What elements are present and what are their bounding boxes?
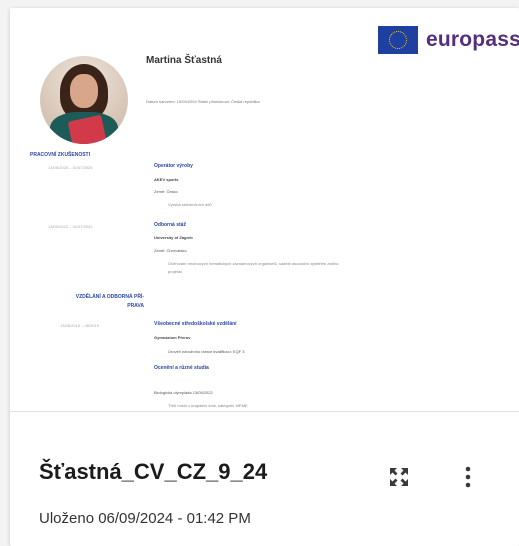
job-1-employer: AKEV sports	[154, 177, 179, 182]
more-options-button[interactable]	[457, 463, 479, 491]
more-vert-icon	[465, 466, 471, 488]
job-1-dates: 13/08/2025 – 31/07/2025	[48, 165, 93, 170]
job-1-title: Operátor výroby	[154, 163, 193, 169]
job-2-employer: University of Zagreb	[154, 235, 193, 240]
cv-preview[interactable]: europass Martina Šťastná Datum narození:…	[10, 8, 519, 412]
extra-item-description: Třetí místo v krajském kole, kategorie M…	[168, 403, 248, 408]
job-2-title: Odborná stáž	[154, 222, 186, 228]
extra-section-title: Ocenění a různé studia	[154, 365, 209, 371]
edu-1-school: Gymnázium Přerov	[154, 335, 191, 340]
section-education-line1: VZDĚLÁNÍ A ODBORNÁ PŘÍ-	[75, 294, 144, 300]
edu-1-title: Všeobecné středoškolské vzdělání	[154, 321, 237, 327]
edu-1-level: Úroveň národního rámce kvalifikací: EQF …	[168, 349, 245, 354]
edu-1-dates: 13/08/2015 – 06/2019	[60, 323, 99, 328]
expand-button[interactable]	[386, 464, 412, 490]
job-2-location: Země: Chorvatsko	[154, 248, 187, 253]
cv-personal-info: Datum narození: 15/09/2004 Státní příslu…	[146, 99, 260, 104]
cv-person-name: Martina Šťastná	[146, 55, 222, 66]
expand-icon	[390, 468, 408, 486]
job-2-description: Ověřování mnohových hematických záznamov…	[168, 261, 339, 266]
job-1-location: Země: Česko	[154, 189, 178, 194]
saved-timestamp: Uloženo 06/09/2024 - 01:42 PM	[39, 510, 251, 527]
eu-flag-icon	[378, 26, 418, 54]
europass-logo: europass	[378, 26, 519, 54]
extra-item: Biologická olympiáda 13/05/2022	[154, 390, 213, 395]
job-2-dates: 13/09/2022 – 31/07/2022	[48, 224, 93, 229]
job-2-description-cont: projektu	[168, 269, 183, 274]
cv-card[interactable]: europass Martina Šťastná Datum narození:…	[10, 8, 519, 546]
cv-file-title[interactable]: Šťastná_CV_CZ_9_24	[39, 459, 267, 485]
section-education-line2: PRAVA	[127, 303, 144, 309]
profile-photo	[40, 56, 128, 144]
section-work-experience: PRACOVNÍ ZKUŠENOSTI	[30, 152, 91, 158]
job-1-description: Výroba sekvenčních dílů	[168, 202, 212, 207]
europass-wordmark: europass	[426, 28, 519, 51]
